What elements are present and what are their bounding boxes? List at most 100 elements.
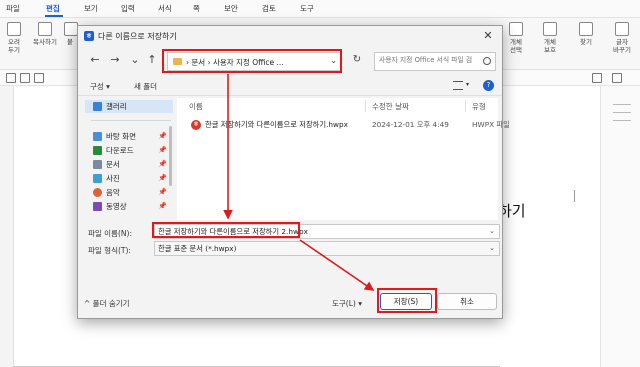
filename-input[interactable] [158, 227, 488, 236]
panel-line [613, 120, 631, 121]
protect-object-label: 개체 보호 [544, 38, 556, 54]
hide-folders-button[interactable]: ^ 폴더 숨기기 [84, 298, 130, 309]
file-name: 한글 저장하기와 다른이름으로 저장하기.hwpx [205, 120, 348, 129]
filetype-select[interactable]: 한글 표준 문서 (*.hwpx) ⌄ [154, 241, 500, 256]
nav-item-downloads[interactable]: 다운로드 📌 [85, 144, 173, 157]
dialog-title: 다른 이름으로 저장하기 [98, 32, 177, 41]
new-doc-icon[interactable] [6, 73, 16, 83]
column-date[interactable]: 수정한 날짜 [372, 101, 409, 112]
cancel-button[interactable]: 취소 [437, 293, 497, 310]
panel-line [613, 112, 631, 113]
filetype-row: 파일 형식(T): 한글 표준 문서 (*.hwpx) ⌄ [78, 241, 504, 258]
pin-icon: 📌 [158, 188, 167, 196]
left-ruler [0, 86, 14, 367]
pictures-icon [93, 174, 102, 183]
gallery-icon [93, 102, 102, 111]
search-icon [483, 57, 491, 65]
column-divider[interactable] [365, 100, 366, 112]
menu-security[interactable]: 보안 [224, 3, 238, 14]
save-icon[interactable] [34, 73, 44, 83]
chevron-down-icon[interactable]: ⌄ [489, 244, 495, 252]
menu-format[interactable]: 서식 [158, 3, 172, 14]
right-panel [600, 86, 640, 367]
file-type: HWPX 파일 [472, 120, 510, 129]
nav-label: 음악 [106, 188, 120, 197]
chevron-down-icon[interactable]: ⌄ [489, 227, 495, 235]
pin-icon: 📌 [158, 146, 167, 154]
view-options-icon[interactable] [453, 81, 463, 90]
replace-button[interactable]: 글자 바꾸기 [608, 22, 636, 54]
find-button[interactable]: 찾기 [576, 22, 596, 46]
filename-field[interactable]: ⌄ [154, 224, 500, 239]
protect-object-button[interactable]: 개체 보호 [538, 22, 562, 54]
help-icon[interactable]: ? [483, 80, 494, 91]
nav-item-videos[interactable]: 동영상 📌 [85, 200, 173, 213]
up-arrow-icon[interactable]: ↑ [145, 53, 159, 67]
menu-bar: 파일 편집 보기 입력 서식 쪽 보안 검토 도구 [0, 0, 640, 18]
font-color-icon[interactable] [592, 73, 602, 83]
column-type[interactable]: 유형 [472, 101, 486, 112]
nav-label: 문서 [106, 160, 120, 169]
dialog-titlebar[interactable]: ㅎ 다른 이름으로 저장하기 ✕ [78, 26, 502, 46]
nav-label: 갤러리 [106, 102, 127, 111]
pin-icon: 📌 [158, 174, 167, 182]
file-list: 이름 수정한 날짜 유형 ㅎ 한글 저장하기와 다른이름으로 저장하기.hwpx… [177, 98, 510, 220]
paste-icon [64, 22, 78, 36]
paste-button[interactable]: 붙 [64, 22, 78, 46]
copy-label: 복사하기 [33, 38, 57, 46]
menu-tools[interactable]: 도구 [300, 3, 314, 14]
close-icon[interactable]: ✕ [481, 29, 495, 43]
nav-item-gallery[interactable]: 갤러리 [85, 100, 173, 113]
cut-button[interactable]: 오려 두기 [4, 22, 24, 54]
open-icon[interactable] [20, 73, 30, 83]
save-as-dialog: ㅎ 다른 이름으로 저장하기 ✕ ← → ⌄ ↑ › 문서 › 사용자 지정 O… [77, 25, 510, 319]
replace-icon [615, 22, 629, 36]
menu-file[interactable]: 파일 [6, 3, 20, 14]
menu-view[interactable]: 보기 [84, 3, 98, 14]
save-button[interactable]: 저장(S) [380, 293, 432, 310]
menu-insert[interactable]: 입력 [121, 3, 135, 14]
scissors-icon [7, 22, 21, 36]
menu-review[interactable]: 검토 [262, 3, 276, 14]
address-path: › 문서 › 사용자 지정 Office ... [186, 58, 284, 67]
new-folder-button[interactable]: 새 폴더 [134, 81, 157, 92]
align-icon[interactable] [612, 73, 622, 83]
back-arrow-icon[interactable]: ← [88, 53, 102, 67]
music-icon [93, 188, 102, 197]
file-date: 2024-12-01 오후 4:49 [372, 120, 449, 129]
column-divider[interactable] [465, 100, 466, 112]
search-box[interactable] [374, 52, 496, 71]
filename-label: 파일 이름(N): [88, 229, 132, 238]
desktop-icon [93, 132, 102, 141]
chevron-down-icon[interactable]: ⌄ [330, 56, 337, 65]
filetype-value: 한글 표준 문서 (*.hwpx) [158, 244, 237, 253]
menu-edit[interactable]: 편집 [46, 3, 60, 14]
nav-label: 동영상 [106, 202, 127, 211]
address-bar[interactable]: › 문서 › 사용자 지정 Office ... ⌄ [167, 52, 342, 71]
paste-label: 붙 [67, 38, 73, 46]
nav-label: 다운로드 [106, 146, 134, 155]
organize-button[interactable]: 구성 ▾ [90, 81, 110, 92]
recent-locations-icon[interactable]: ⌄ [128, 53, 142, 67]
forward-arrow-icon[interactable]: → [108, 53, 122, 67]
file-row[interactable]: ㅎ 한글 저장하기와 다른이름으로 저장하기.hwpx 2024-12-01 오… [177, 118, 510, 132]
copy-button[interactable]: 복사하기 [28, 22, 62, 46]
tools-menu-button[interactable]: 도구(L) ▾ [332, 298, 362, 309]
navigation-pane: 갤러리 바탕 화면 📌 다운로드 📌 문서 📌 사진 📌 음악 📌 동영상 📌 [85, 98, 175, 220]
cut-label: 오려 두기 [8, 38, 20, 54]
view-dropdown-icon[interactable]: ▾ [466, 81, 469, 88]
nav-item-documents[interactable]: 문서 📌 [85, 158, 173, 171]
nav-item-pictures[interactable]: 사진 📌 [85, 172, 173, 185]
select-object-button[interactable]: 개체 선택 [504, 22, 528, 54]
documents-icon [93, 160, 102, 169]
active-menu-indicator [45, 15, 63, 17]
column-name[interactable]: 이름 [189, 101, 203, 112]
select-object-label: 개체 선택 [510, 38, 522, 54]
protect-object-icon [543, 22, 557, 36]
search-input[interactable] [379, 56, 483, 64]
menu-page[interactable]: 쪽 [193, 3, 200, 14]
nav-scrollbar[interactable] [169, 126, 172, 186]
nav-item-music[interactable]: 음악 📌 [85, 186, 173, 199]
refresh-icon[interactable]: ↻ [350, 53, 364, 67]
nav-item-desktop[interactable]: 바탕 화면 📌 [85, 130, 173, 143]
